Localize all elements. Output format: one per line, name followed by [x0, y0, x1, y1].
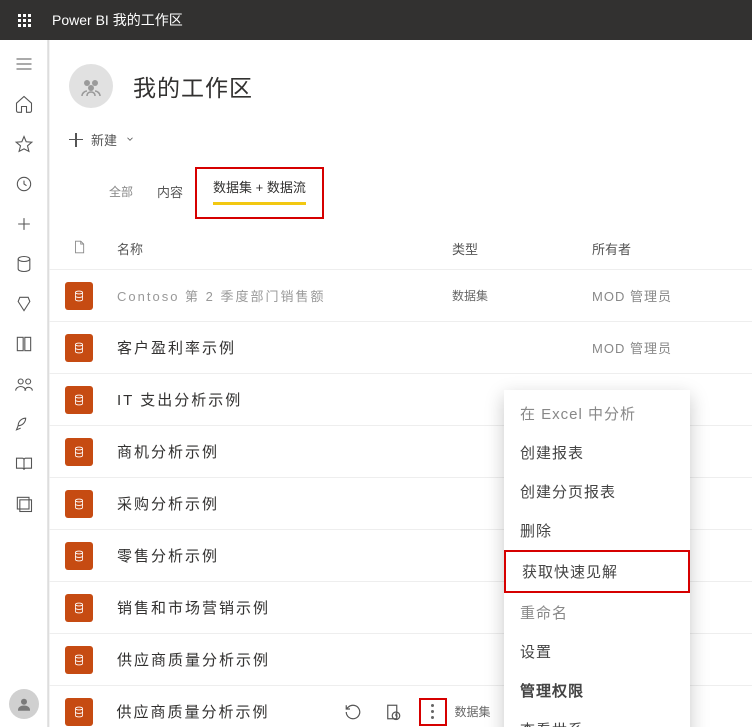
main-content: 我的工作区 新建 全部 内容 数据集 + 数据流 名称 类型: [48, 40, 752, 727]
dataset-icon: [65, 646, 93, 674]
ctx-quick-insights[interactable]: 获取快速见解: [504, 550, 690, 593]
tab-bar: 全部 内容 数据集 + 数据流: [49, 167, 752, 225]
ctx-manage-permissions[interactable]: 管理权限: [504, 671, 690, 710]
ctx-create-report[interactable]: 创建报表: [504, 433, 690, 472]
workspace-icon: [69, 64, 113, 108]
table-header: 名称 类型 所有者: [49, 225, 752, 269]
new-button[interactable]: 新建: [91, 130, 117, 149]
row-type: 数据集: [452, 287, 592, 304]
dataset-icon: [65, 282, 93, 310]
table-row[interactable]: Contoso 第 2 季度部门销售额数据集MOD 管理员: [49, 269, 752, 321]
row-name[interactable]: 商机分析示例: [109, 441, 452, 462]
apps-icon[interactable]: [0, 324, 48, 364]
dataset-icon: [65, 438, 93, 466]
table-row[interactable]: 客户盈利率示例 MOD 管理员: [49, 321, 752, 373]
dataset-icon: [65, 386, 93, 414]
ctx-settings[interactable]: 设置: [504, 632, 690, 671]
dataset-icon: [65, 594, 93, 622]
chevron-down-icon[interactable]: [125, 132, 135, 147]
row-owner: MOD 管理员: [592, 338, 752, 357]
favorites-icon[interactable]: [0, 124, 48, 164]
topbar: Power BI 我的工作区: [0, 0, 752, 40]
ctx-analyze-excel[interactable]: 在 Excel 中分析: [504, 394, 690, 433]
tab-content[interactable]: 内容: [145, 176, 195, 211]
ctx-create-paginated[interactable]: 创建分页报表: [504, 472, 690, 511]
row-name[interactable]: 销售和市场营销示例: [109, 597, 452, 618]
ctx-delete[interactable]: 删除: [504, 511, 690, 550]
schedule-icon[interactable]: [379, 698, 407, 726]
row-name[interactable]: 采购分析示例: [109, 493, 452, 514]
brand-title: Power BI 我的工作区: [52, 10, 183, 30]
row-name[interactable]: 供应商质量分析示例: [109, 649, 452, 670]
row-name[interactable]: IT 支出分析示例: [109, 389, 452, 410]
plus-icon: [69, 133, 83, 147]
context-menu: 在 Excel 中分析 创建报表 创建分页报表 删除 获取快速见解 重命名 设置…: [504, 390, 690, 727]
recent-icon[interactable]: [0, 164, 48, 204]
dataset-icon: [65, 542, 93, 570]
highlight-box-tabs: 数据集 + 数据流: [195, 167, 324, 219]
create-icon[interactable]: [0, 204, 48, 244]
ctx-view-lineage[interactable]: 查看世系: [504, 710, 690, 727]
column-type[interactable]: 类型: [452, 239, 592, 258]
workspace-title: 我的工作区: [133, 69, 253, 103]
vertical-dots-icon: [431, 704, 434, 719]
dataset-icon: [65, 698, 93, 726]
learn-icon[interactable]: [0, 444, 48, 484]
dataset-icon: [65, 334, 93, 362]
row-name[interactable]: 零售分析示例: [109, 545, 452, 566]
column-name[interactable]: 名称: [109, 239, 452, 258]
goals-icon[interactable]: [0, 284, 48, 324]
tab-all[interactable]: 全部: [109, 177, 145, 210]
ctx-rename[interactable]: 重命名: [504, 593, 690, 632]
refresh-icon[interactable]: [339, 698, 367, 726]
row-name[interactable]: 供应商质量分析示例: [109, 701, 339, 722]
deployment-icon[interactable]: [0, 404, 48, 444]
shared-icon[interactable]: [0, 364, 48, 404]
tab-datasets-dataflows[interactable]: 数据集 + 数据流: [201, 171, 318, 215]
more-options-button[interactable]: [419, 698, 447, 726]
dataset-icon: [65, 490, 93, 518]
left-nav-rail: [0, 40, 48, 727]
row-owner: MOD 管理员: [592, 286, 752, 305]
app-launcher-icon[interactable]: [10, 6, 38, 34]
row-name[interactable]: Contoso 第 2 季度部门销售额: [109, 286, 452, 305]
workspaces-icon[interactable]: [0, 484, 48, 524]
datasets-icon[interactable]: [0, 244, 48, 284]
home-icon[interactable]: [0, 84, 48, 124]
hamburger-icon[interactable]: [0, 44, 48, 84]
column-owner[interactable]: 所有者: [592, 239, 752, 258]
document-icon[interactable]: [49, 239, 109, 258]
user-avatar-icon[interactable]: [9, 689, 39, 719]
row-name[interactable]: 客户盈利率示例: [109, 337, 452, 358]
